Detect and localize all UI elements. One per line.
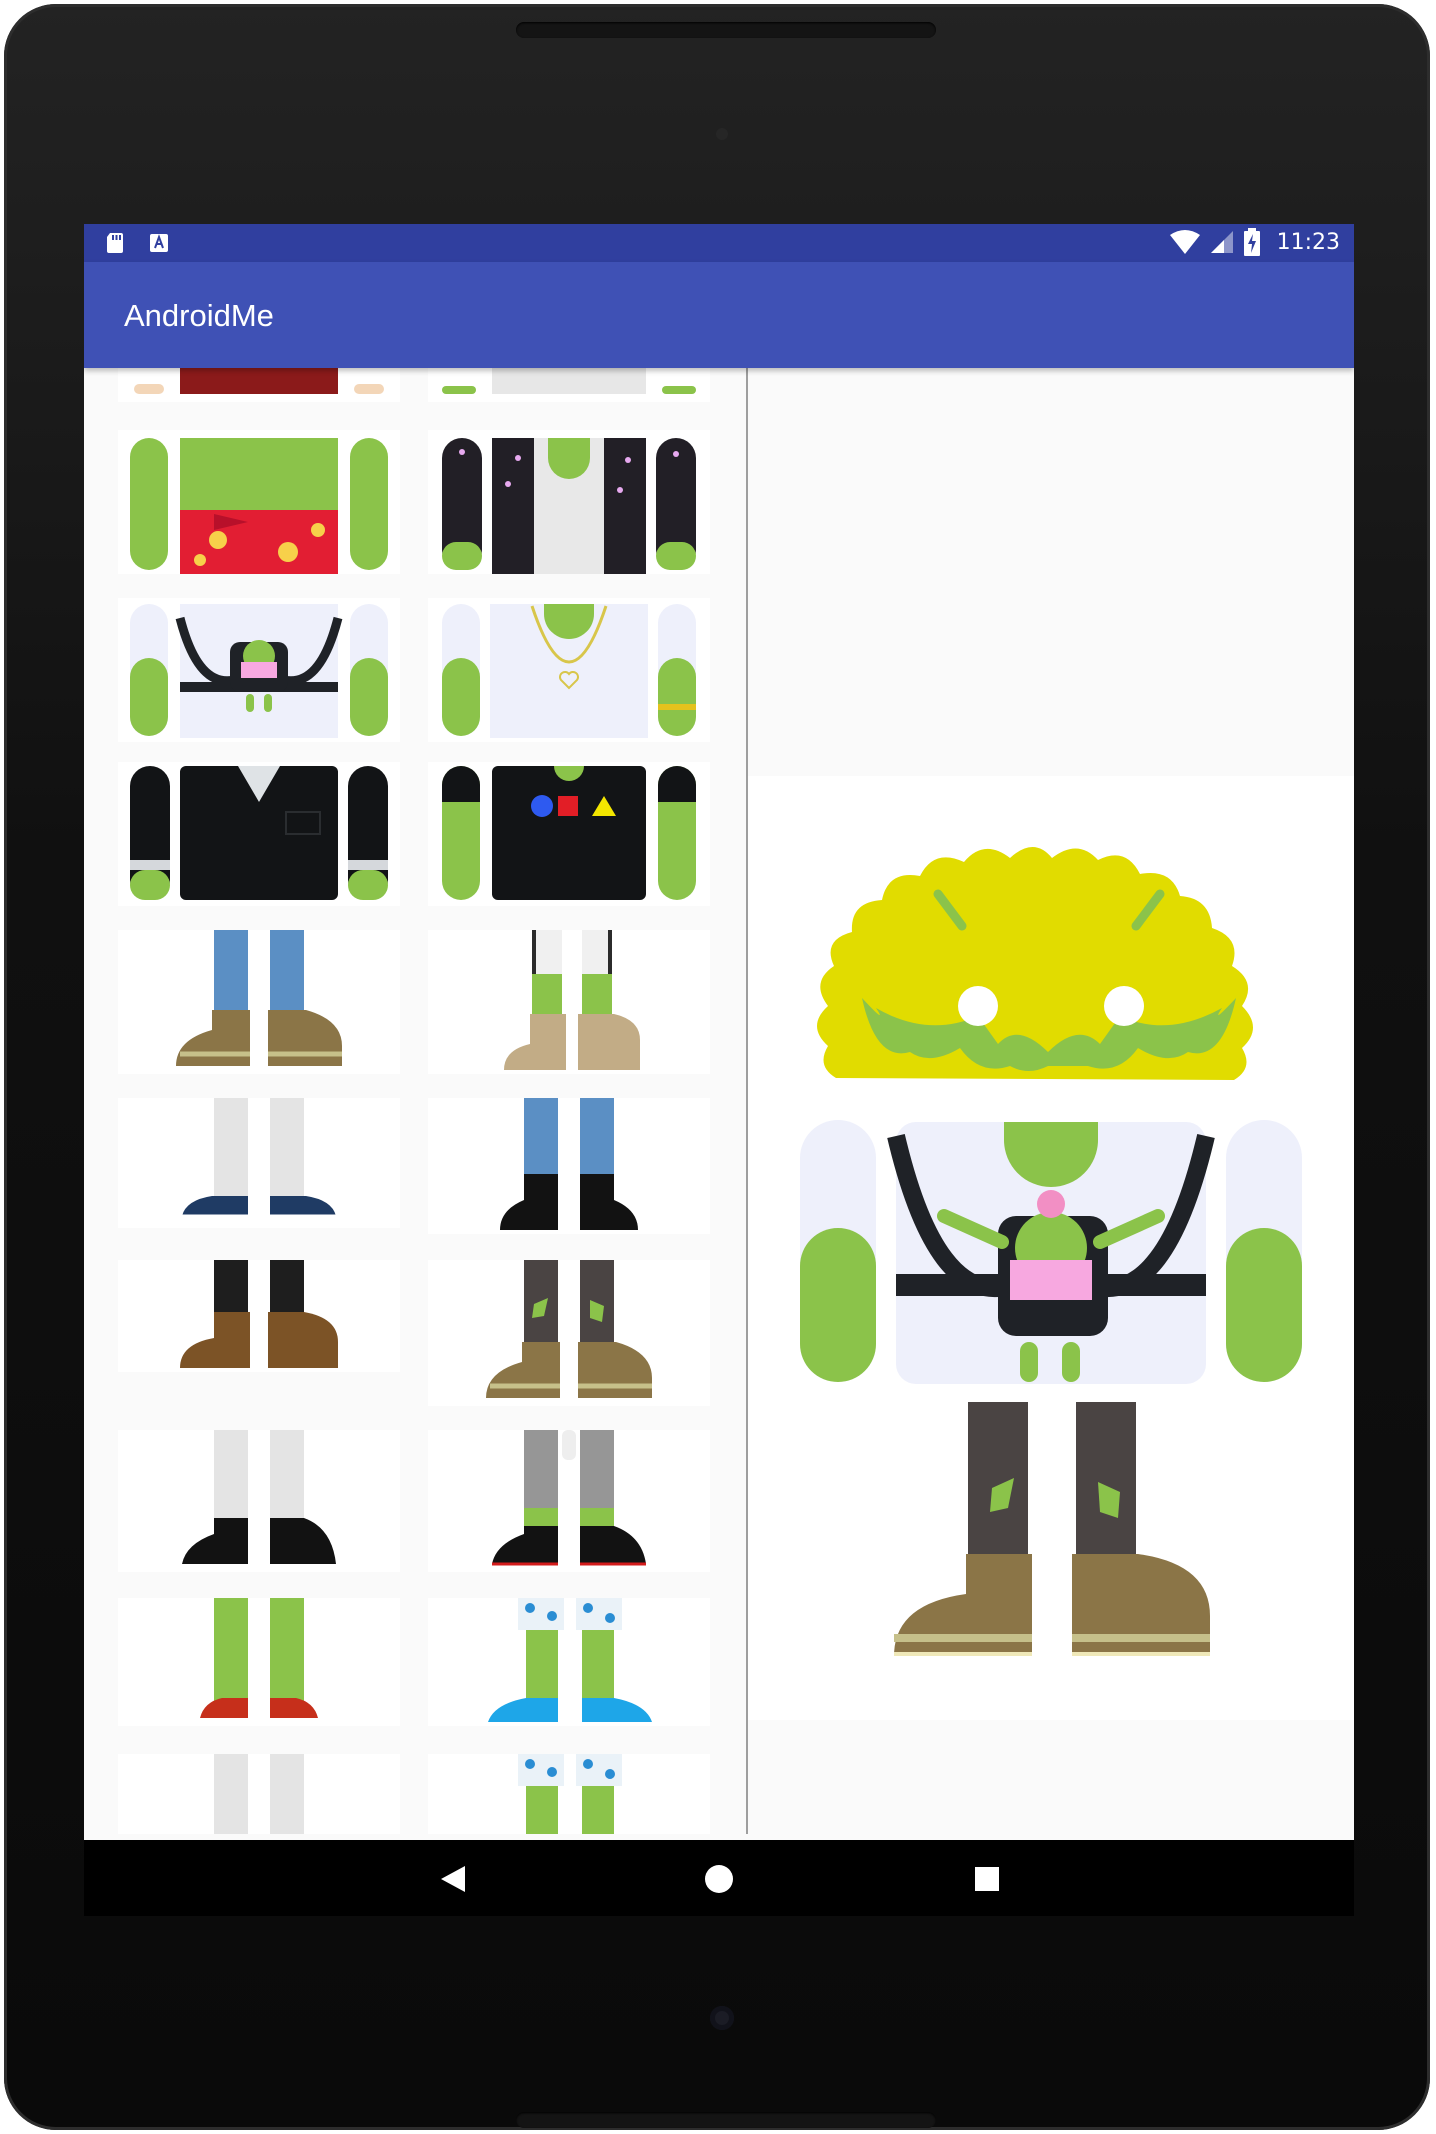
body-part-tile[interactable] (118, 598, 400, 742)
app-title: AndroidMe (124, 298, 274, 333)
body-part-tile[interactable] (118, 930, 400, 1074)
body-part-tile[interactable] (428, 1598, 710, 1726)
body-part-tile[interactable] (428, 1754, 710, 1834)
android-preview-pane (748, 368, 1354, 1834)
keyboard-a-icon (150, 234, 168, 252)
body-part-tile[interactable] (118, 1260, 400, 1372)
recents-icon[interactable] (966, 1858, 1008, 1900)
status-time: 11:23 (1276, 229, 1340, 255)
body-part-tile[interactable] (118, 430, 400, 574)
body-part-tile[interactable] (428, 1430, 710, 1572)
back-icon[interactable] (432, 1858, 474, 1900)
battery-charging-icon (1243, 228, 1260, 256)
status-bar: 11:23 (84, 224, 1354, 262)
body-part-tile[interactable] (428, 430, 710, 574)
signal-icon (1210, 231, 1233, 253)
body-part-tile[interactable] (428, 1260, 710, 1406)
body-image (800, 1120, 1302, 1384)
bottom-sensor (710, 2006, 734, 2030)
body-part-tile[interactable] (118, 1430, 400, 1572)
body-part-tile[interactable] (118, 762, 400, 906)
home-icon[interactable] (698, 1858, 740, 1900)
body-part-tile[interactable] (118, 368, 400, 402)
head-image (817, 847, 1253, 1080)
body-part-tile[interactable] (428, 762, 710, 906)
body-part-tile[interactable] (428, 368, 710, 402)
front-camera (716, 128, 728, 140)
legs-image (894, 1402, 1210, 1656)
system-nav-bar (84, 1840, 1354, 1916)
body-part-tile[interactable] (118, 1754, 400, 1834)
body-part-tile[interactable] (428, 598, 710, 742)
app-toolbar: AndroidMe (84, 262, 1354, 368)
device-screen: 11:23 AndroidMe (84, 224, 1354, 1916)
android-figure (748, 776, 1354, 1720)
body-part-tile[interactable] (118, 1098, 400, 1228)
body-part-tile[interactable] (118, 1598, 400, 1726)
body-part-tile[interactable] (428, 1098, 710, 1234)
body-parts-grid[interactable] (84, 368, 746, 1834)
body-part-tile[interactable] (428, 930, 710, 1074)
wifi-icon (1169, 230, 1200, 254)
sd-card-icon (107, 233, 123, 253)
top-speaker (516, 22, 936, 38)
bottom-speaker (516, 2112, 936, 2128)
